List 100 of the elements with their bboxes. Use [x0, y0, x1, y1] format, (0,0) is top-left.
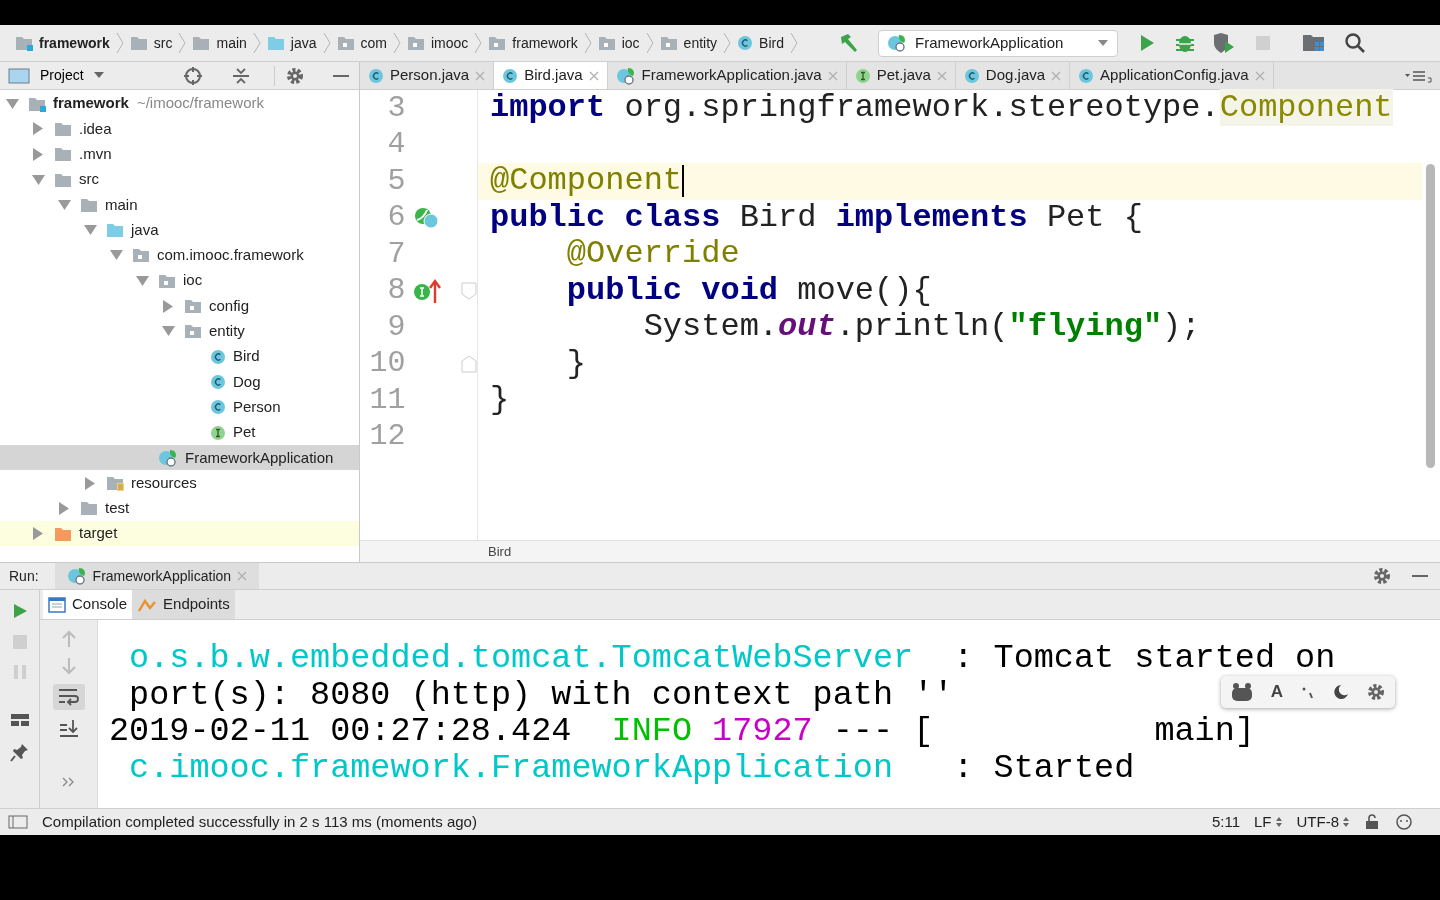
expanded-arrow-icon[interactable] — [135, 275, 149, 286]
tree-item[interactable]: .idea — [0, 116, 359, 142]
scroll-to-end-icon[interactable] — [58, 719, 79, 739]
locate-icon[interactable] — [183, 65, 203, 86]
chevron-icon — [393, 32, 401, 54]
close-icon[interactable] — [936, 70, 947, 81]
caret-icon — [93, 72, 104, 79]
search-icon[interactable] — [1344, 32, 1366, 54]
console-line: 2019-02-11 00:27:28.424 INFO 17927 --- [ main] — [109, 713, 1255, 750]
collapsed-arrow-icon[interactable] — [163, 299, 173, 313]
expanded-arrow-icon[interactable] — [57, 199, 71, 210]
paw-icon[interactable] — [1229, 682, 1254, 702]
close-icon[interactable] — [475, 70, 486, 81]
tree-item[interactable]: resources — [0, 470, 359, 496]
collapsed-arrow-icon[interactable] — [59, 501, 69, 515]
console-line: c.imooc.framework.FrameworkApplication : Started — [128, 749, 1135, 786]
inspector-icon[interactable] — [1394, 813, 1414, 831]
tree-item[interactable]: java — [0, 217, 359, 243]
tree-item[interactable]: com.imooc.framework — [0, 242, 359, 269]
collapsed-arrow-icon[interactable] — [33, 527, 43, 541]
collapsed-arrow-icon[interactable] — [33, 122, 43, 136]
tab-list-icon[interactable] — [1404, 68, 1432, 83]
fold-icon[interactable] — [461, 281, 477, 300]
expanded-arrow-icon[interactable] — [161, 326, 175, 337]
breadcrumb-item[interactable]: entity — [656, 32, 721, 54]
run-tab[interactable]: FrameworkApplication — [54, 563, 260, 589]
close-icon[interactable] — [1051, 70, 1062, 81]
font-button[interactable]: A — [1270, 679, 1283, 705]
project-structure-icon[interactable] — [1302, 33, 1326, 53]
layout-icon[interactable] — [9, 712, 30, 728]
package-icon — [488, 35, 507, 51]
expanded-arrow-icon[interactable] — [109, 250, 123, 261]
caret-icon — [1097, 39, 1109, 47]
more-icon[interactable] — [61, 777, 76, 787]
line-number: 10 — [368, 345, 406, 383]
run-configuration-dropdown[interactable]: FrameworkApplication — [878, 29, 1118, 57]
expanded-arrow-icon[interactable] — [31, 174, 45, 185]
excluded-folder-icon — [54, 525, 72, 542]
tree-item[interactable]: test — [0, 495, 359, 522]
editor-tab[interactable]: Bird.java — [494, 62, 608, 89]
settings-icon[interactable] — [1372, 566, 1392, 586]
line-separator-selector[interactable]: LF — [1254, 810, 1283, 834]
collapse-all-icon[interactable] — [231, 65, 251, 86]
tree-item[interactable]: target — [0, 521, 359, 547]
class-icon — [1078, 67, 1095, 84]
settings-icon[interactable] — [285, 65, 305, 86]
tool-windows-icon[interactable] — [8, 814, 28, 830]
tree-item[interactable]: FrameworkApplication — [0, 445, 359, 471]
tree-item[interactable]: Bird — [0, 343, 359, 370]
implements-icon[interactable] — [413, 277, 442, 304]
line-number: 11 — [368, 381, 406, 419]
collapsed-arrow-icon[interactable] — [85, 476, 95, 490]
breadcrumb-item[interactable]: com — [333, 32, 390, 54]
tree-item[interactable]: Dog — [0, 369, 359, 395]
run-icon[interactable] — [1138, 33, 1156, 53]
tree-item[interactable]: main — [0, 192, 359, 218]
close-icon[interactable] — [588, 70, 599, 81]
tree-item[interactable]: ioc — [0, 268, 359, 294]
text-caret — [682, 164, 685, 197]
breadcrumb-item[interactable]: main — [189, 32, 250, 54]
expanded-arrow-icon[interactable] — [83, 225, 97, 236]
breadcrumb-item[interactable]: framework — [485, 32, 581, 54]
package-icon — [184, 323, 202, 340]
breadcrumb-item[interactable]: src — [126, 32, 176, 54]
expanded-arrow-icon[interactable] — [5, 98, 19, 109]
package-icon — [407, 35, 425, 51]
scrollbar-thumb[interactable] — [1426, 164, 1435, 468]
pin-icon[interactable] — [9, 742, 30, 762]
tree-item[interactable]: src — [0, 166, 359, 193]
settings-icon[interactable] — [1366, 682, 1387, 702]
collapsed-arrow-icon[interactable] — [33, 147, 43, 161]
tree-item[interactable]: Pet — [0, 419, 359, 446]
tree-item[interactable]: Person — [0, 394, 359, 420]
tree-item[interactable]: .mvn — [0, 141, 359, 167]
console-tab[interactable]: Endpoints — [132, 590, 235, 619]
down-arrow-icon[interactable] — [60, 657, 77, 675]
breadcrumb-item[interactable]: framework — [12, 32, 113, 54]
close-icon[interactable] — [1254, 70, 1265, 81]
package-icon — [132, 247, 150, 264]
moon-icon[interactable] — [1331, 683, 1350, 701]
encoding-selector[interactable]: UTF-8 — [1296, 810, 1350, 834]
interface-icon — [210, 424, 226, 441]
project-view-dropdown[interactable]: Project — [40, 65, 104, 86]
up-arrow-icon[interactable] — [60, 630, 77, 648]
soft-wrap-button[interactable] — [52, 684, 85, 710]
breadcrumb-item[interactable]: Bird — [734, 32, 787, 54]
breadcrumb-item[interactable]: ioc — [594, 32, 643, 54]
close-icon[interactable] — [237, 571, 248, 581]
breadcrumb-item[interactable]: java — [263, 32, 320, 54]
close-icon[interactable] — [827, 70, 838, 81]
folder-icon — [129, 35, 148, 51]
tree-item[interactable]: config — [0, 293, 359, 319]
breadcrumb-item[interactable]: imooc — [404, 32, 472, 54]
file-breadcrumb[interactable]: Bird — [488, 541, 512, 562]
tree-item[interactable]: framework ~/imooc/framework — [0, 91, 359, 117]
coverage-icon[interactable] — [1212, 32, 1236, 54]
console-tab[interactable]: Console — [43, 590, 133, 619]
tree-item[interactable]: entity — [0, 318, 359, 344]
caret-position[interactable]: 5:11 — [1211, 810, 1240, 834]
lock-icon[interactable] — [1364, 814, 1380, 830]
